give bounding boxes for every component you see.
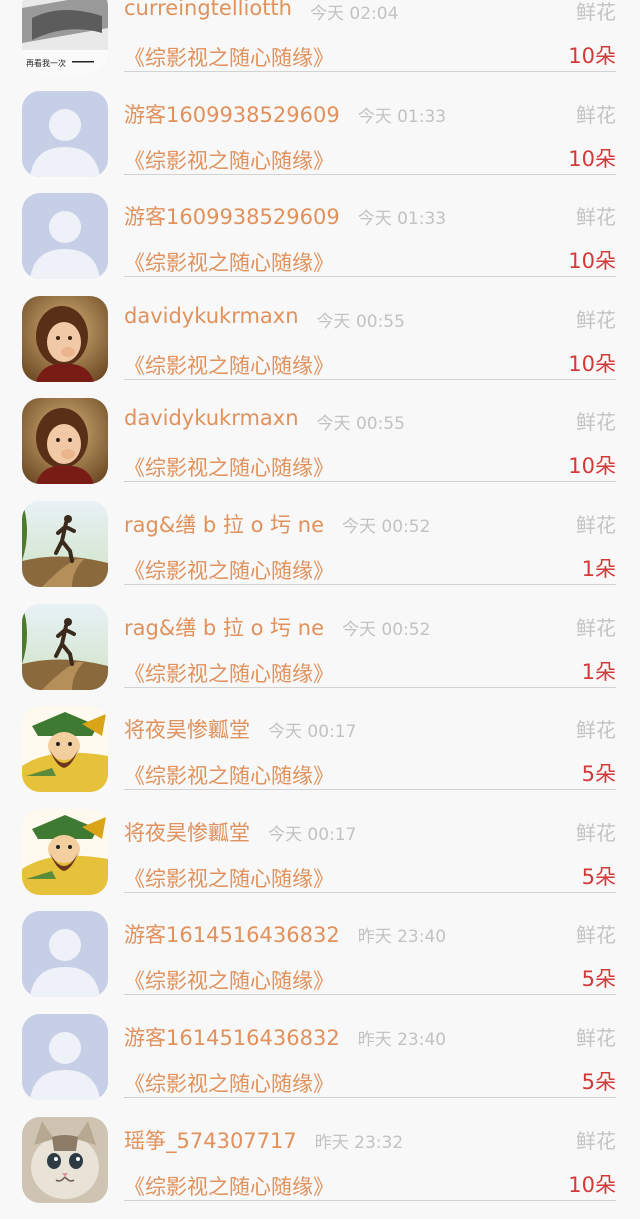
program-title: 《综影视之随心随缘》: [124, 866, 334, 891]
list-item[interactable]: davidykukrmaxn 今天 00:55 鲜花《综影视之随心随缘》 10朵: [0, 398, 640, 501]
gift-type: 鲜花: [576, 820, 616, 845]
timestamp: 今天 00:55: [316, 311, 405, 332]
divider: [124, 173, 616, 175]
gift-amount: 5朵: [581, 762, 616, 787]
user-name[interactable]: 将夜昊惨瓤堂: [124, 714, 250, 744]
user-name[interactable]: 瑶筝_574307717: [124, 1125, 297, 1155]
gift-type: 鲜花: [576, 410, 616, 435]
timestamp: 今天 01:33: [357, 209, 447, 230]
gift-type: 鲜花: [576, 1128, 616, 1153]
timestamp: 昨天 23:40: [357, 927, 447, 948]
list-item[interactable]: 将夜昊惨瓤堂 今天 00:17 鲜花《综影视之随心随缘》 5朵: [0, 808, 640, 912]
gift-amount: 5朵: [581, 864, 616, 889]
gift-amount: 10朵: [568, 1172, 616, 1197]
gift-amount: 10朵: [568, 351, 616, 376]
program-title: 《综影视之随心随缘》: [124, 353, 334, 378]
timestamp: 今天 00:55: [316, 414, 405, 435]
user-name[interactable]: 游客1614516436832: [124, 1022, 340, 1052]
divider: [124, 686, 616, 688]
gift-list: 再看我一次 curreingtelliotth 今天 02:04 鲜花 《综影视之随心随…: [0, 0, 640, 1219]
avatar-caption: 再看我一次: [26, 58, 66, 68]
program-title: 《综影视之随心随缘》: [124, 661, 334, 686]
program-title: 《综影视之随心随缘》: [124, 558, 334, 583]
user-name[interactable]: rag&缮 b 拉 o 圬 ne: [124, 612, 324, 642]
gift-type: 鲜花: [576, 923, 616, 948]
divider: [124, 994, 616, 996]
default-avatar-icon[interactable]: [22, 1013, 108, 1100]
divider: [124, 71, 616, 72]
gift-type: 鲜花: [576, 615, 616, 640]
list-item[interactable]: davidykukrmaxn 今天 00:55 鲜花《综影视之随心随缘》 10朵: [0, 295, 640, 399]
list-item[interactable]: 再看我一次 curreingtelliotth 今天 02:04 鲜花《综影视之随心随…: [0, 0, 640, 91]
user-name[interactable]: 将夜昊惨瓤堂: [124, 817, 250, 847]
program-title: 《综影视之随心随缘》: [124, 456, 334, 481]
program-title: 《综影视之随心随缘》: [124, 251, 334, 276]
default-avatar-icon[interactable]: [22, 193, 108, 280]
gift-type: 鲜花: [576, 0, 616, 24]
avatar-photo[interactable]: 再看我一次: [22, 0, 108, 74]
timestamp: 今天 02:04: [309, 4, 399, 24]
program-title: 《综影视之随心随缘》: [124, 46, 334, 70]
default-avatar-icon[interactable]: [22, 90, 108, 177]
default-avatar-icon[interactable]: [22, 911, 108, 998]
gift-amount: 10朵: [568, 146, 616, 171]
gift-amount: 5朵: [581, 1069, 616, 1094]
list-item[interactable]: 游客1609938529609 今天 01:33 鲜花《综影视之随心随缘》 10朵: [0, 193, 640, 296]
gift-type: 鲜花: [576, 205, 616, 230]
avatar-photo[interactable]: [22, 500, 108, 587]
user-name[interactable]: 游客1614516436832: [124, 919, 340, 949]
list-item[interactable]: 游客1609938529609 今天 01:33 鲜花《综影视之随心随缘》 10朵: [0, 90, 640, 194]
timestamp: 昨天 23:32: [314, 1132, 404, 1153]
avatar-photo[interactable]: [22, 1116, 108, 1203]
user-name[interactable]: davidykukrmaxn: [124, 304, 299, 328]
divider: [124, 276, 616, 278]
user-name[interactable]: 游客1609938529609: [124, 201, 340, 231]
gift-amount: 10朵: [568, 249, 616, 274]
divider: [124, 1199, 616, 1201]
timestamp: 今天 00:52: [342, 516, 431, 537]
avatar-photo[interactable]: [22, 706, 108, 793]
program-title: 《综影视之随心随缘》: [124, 764, 334, 789]
list-item[interactable]: 瑶筝_574307717 昨天 23:32 鲜花《综影视之随心随缘》 10朵: [0, 1116, 640, 1219]
program-title: 《综影视之随心随缘》: [124, 148, 334, 173]
list-item[interactable]: rag&缮 b 拉 o 圬 ne 今天 00:52 鲜花《综影视之随心随缘》 1朵: [0, 603, 640, 707]
gift-amount: 10朵: [568, 44, 616, 68]
timestamp: 昨天 23:40: [357, 1029, 447, 1050]
list-item[interactable]: 游客1614516436832 昨天 23:40 鲜花《综影视之随心随缘》 5朵: [0, 1013, 640, 1117]
program-title: 《综影视之随心随缘》: [124, 969, 334, 994]
gift-amount: 5朵: [581, 967, 616, 992]
divider: [124, 378, 616, 380]
avatar-photo[interactable]: [22, 808, 108, 895]
divider: [124, 481, 616, 483]
gift-type: 鲜花: [576, 102, 616, 127]
gift-type: 鲜花: [576, 1025, 616, 1050]
timestamp: 今天 00:17: [268, 824, 357, 845]
user-name[interactable]: curreingtelliotth: [124, 0, 292, 20]
program-title: 《综影视之随心随缘》: [124, 1174, 334, 1199]
gift-amount: 1朵: [581, 659, 616, 684]
list-item[interactable]: rag&缮 b 拉 o 圬 ne 今天 00:52 鲜花《综影视之随心随缘》 1朵: [0, 500, 640, 604]
gift-amount: 10朵: [568, 454, 616, 479]
timestamp: 今天 00:52: [342, 619, 431, 640]
gift-type: 鲜花: [576, 718, 616, 743]
program-title: 《综影视之随心随缘》: [124, 1071, 334, 1096]
gift-amount: 1朵: [581, 556, 616, 581]
user-name[interactable]: 游客1609938529609: [124, 99, 340, 129]
avatar-photo[interactable]: [22, 603, 108, 690]
divider: [124, 1096, 616, 1098]
avatar-photo[interactable]: [22, 398, 108, 485]
divider: [124, 789, 616, 791]
gift-type: 鲜花: [576, 307, 616, 332]
list-item[interactable]: 将夜昊惨瓤堂 今天 00:17 鲜花《综影视之随心随缘》 5朵: [0, 706, 640, 809]
timestamp: 今天 00:17: [268, 722, 357, 743]
list-item[interactable]: 游客1614516436832 昨天 23:40 鲜花《综影视之随心随缘》 5朵: [0, 911, 640, 1014]
user-name[interactable]: davidykukrmaxn: [124, 406, 299, 430]
timestamp: 今天 01:33: [357, 106, 447, 127]
user-name[interactable]: rag&缮 b 拉 o 圬 ne: [124, 509, 324, 539]
gift-type: 鲜花: [576, 512, 616, 537]
avatar-photo[interactable]: [22, 295, 108, 382]
divider: [124, 891, 616, 893]
divider: [124, 583, 616, 585]
